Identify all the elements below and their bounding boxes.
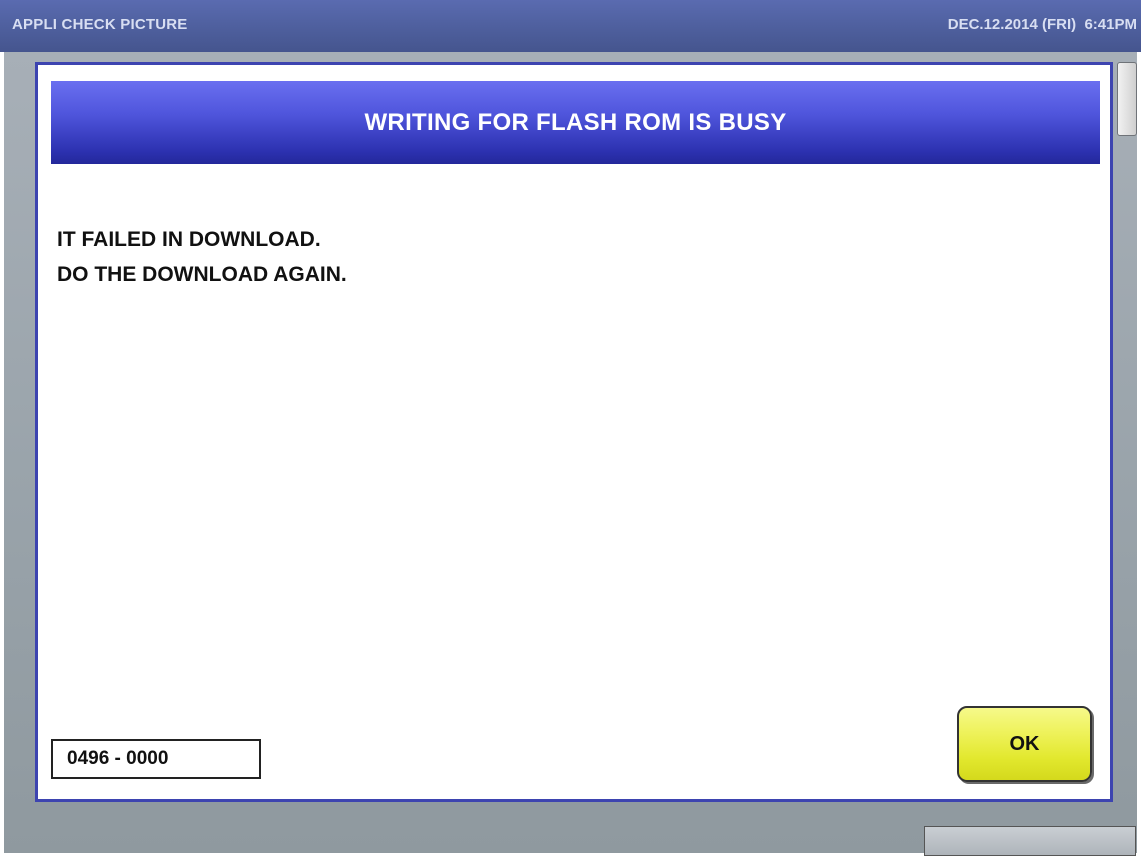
- dialog-title: WRITING FOR FLASH ROM IS BUSY: [364, 108, 787, 136]
- message-line: DO THE DOWNLOAD AGAIN.: [57, 263, 347, 286]
- app-title: APPLI CHECK PICTURE: [12, 16, 188, 33]
- error-dialog: WRITING FOR FLASH ROM IS BUSY IT FAILED …: [35, 62, 1113, 802]
- ok-button[interactable]: OK: [957, 706, 1092, 782]
- screen: APPLI CHECK PICTURE DEC.12.2014 (FRI) 6:…: [0, 0, 1141, 856]
- message-line: IT FAILED IN DOWNLOAD.: [57, 228, 321, 251]
- date-time: DEC.12.2014 (FRI) 6:41PM: [947, 16, 1137, 33]
- scrollbar-thumb[interactable]: [1117, 62, 1137, 136]
- ok-button-label: OK: [1009, 732, 1040, 755]
- dialog-header: WRITING FOR FLASH ROM IS BUSY: [51, 81, 1100, 164]
- title-bar: APPLI CHECK PICTURE DEC.12.2014 (FRI) 6:…: [0, 0, 1141, 52]
- bottom-tab[interactable]: [924, 826, 1136, 856]
- error-code-box: 0496 - 0000: [51, 739, 261, 779]
- dialog-message: IT FAILED IN DOWNLOAD. DO THE DOWNLOAD A…: [57, 222, 347, 292]
- error-code: 0496 - 0000: [67, 748, 169, 769]
